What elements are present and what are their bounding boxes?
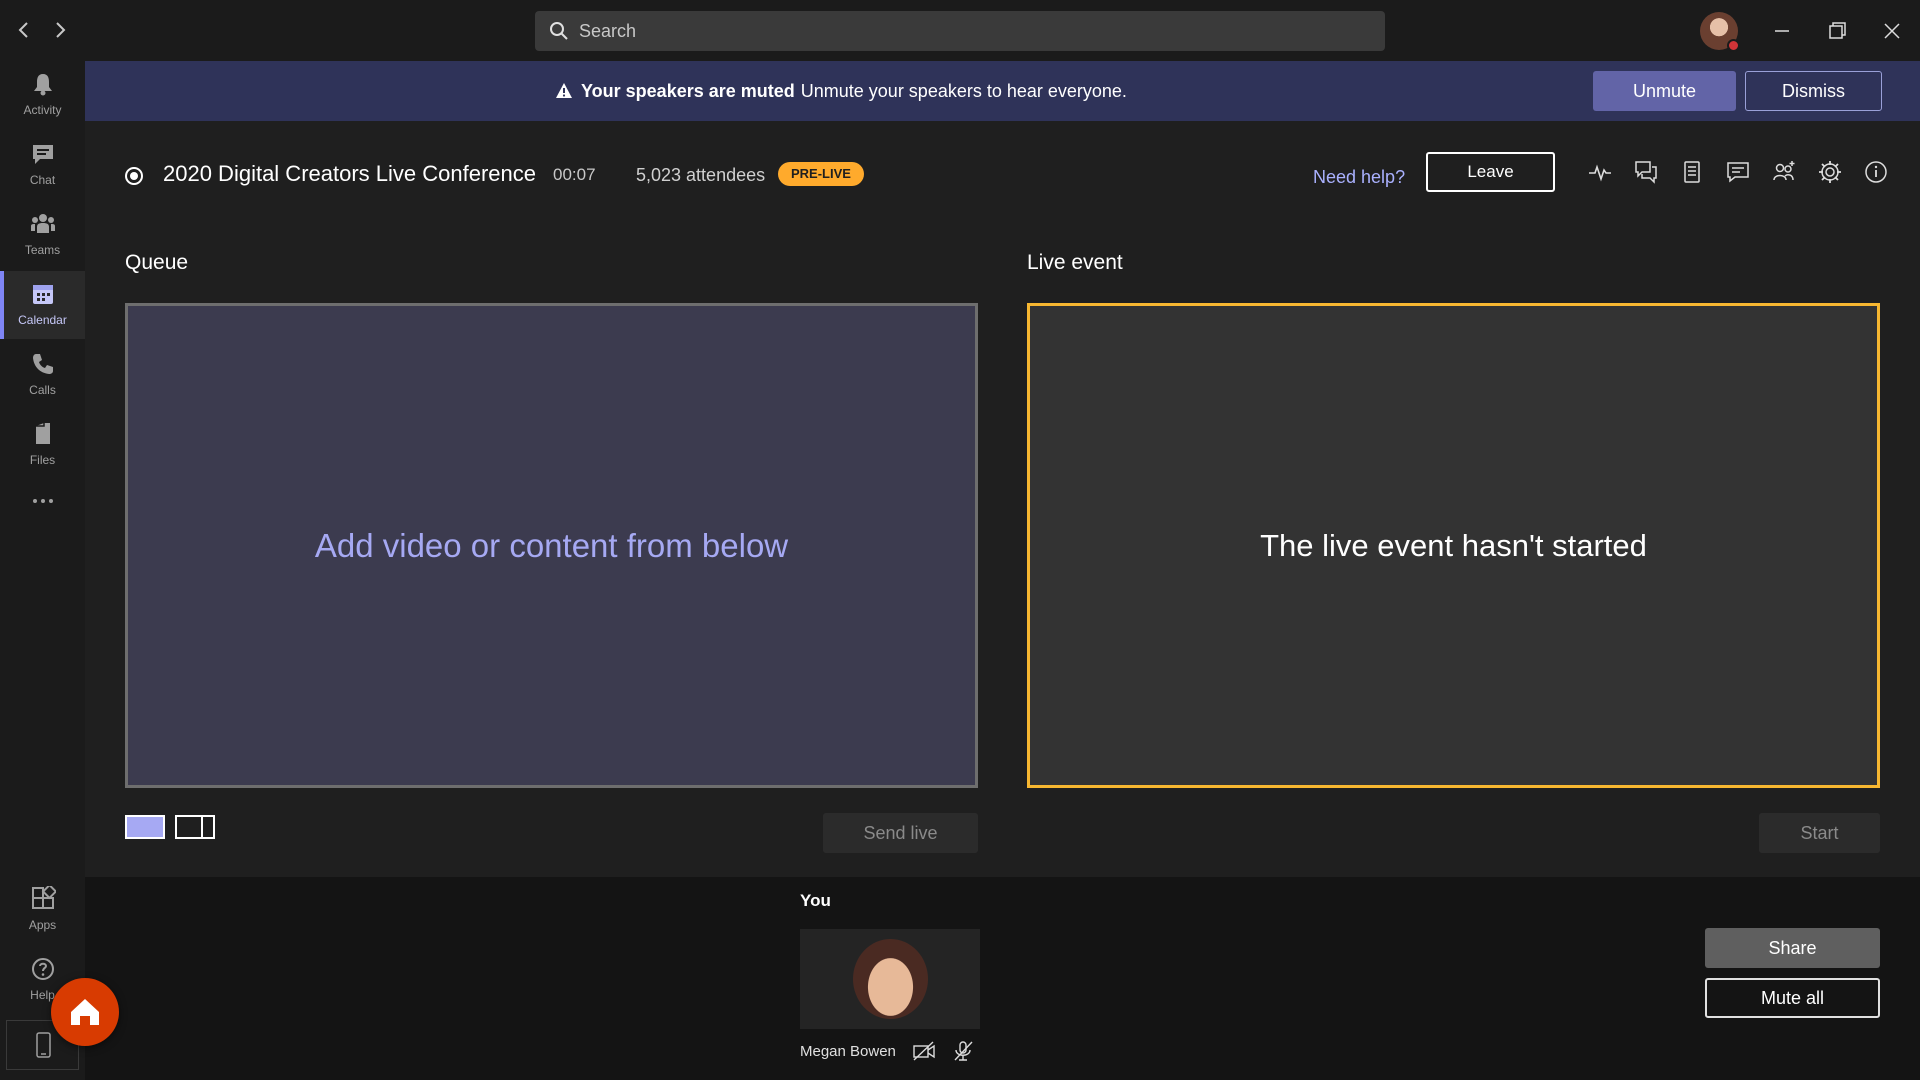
rail-label-chat: Chat [29, 173, 56, 187]
rail-label-calls: Calls [29, 383, 56, 397]
event-timer: 00:07 [553, 165, 596, 184]
presence-busy-icon [1727, 39, 1740, 52]
start-button[interactable]: Start [1759, 813, 1880, 853]
layout-side-by-side-button[interactable] [175, 815, 215, 839]
banner-bold-text: Your speakers are muted [581, 80, 795, 101]
attendee-count: 5,023 attendees [636, 165, 766, 185]
minimize-icon [1775, 30, 1789, 32]
send-live-button[interactable]: Send live [823, 813, 978, 853]
home-icon [71, 999, 99, 1025]
unmute-button[interactable]: Unmute [1593, 71, 1736, 111]
rail-item-calendar[interactable]: Calendar [0, 271, 85, 339]
rail-label-activity: Activity [23, 103, 62, 117]
queue-preview[interactable]: Add video or content from below [125, 303, 978, 788]
participant-tile[interactable] [800, 929, 980, 1029]
rail-label-files: Files [29, 453, 56, 467]
calendar-icon [32, 285, 53, 304]
qna-icon[interactable] [1633, 159, 1659, 185]
close-button[interactable] [1875, 14, 1909, 48]
banner-text: Unmute your speakers to hear everyone. [800, 80, 1127, 101]
status-badge: PRE-LIVE [778, 162, 864, 186]
search-box[interactable] [535, 11, 1385, 51]
event-header: 2020 Digital Creators Live Conference 00… [85, 121, 1920, 231]
live-event-label: Live event [1027, 251, 1123, 274]
live-event-message: The live event hasn't started [1260, 527, 1647, 563]
speakers-muted-banner: Your speakers are muted Unmute your spea… [85, 61, 1920, 121]
participant-name: Megan Bowen [800, 1043, 896, 1060]
leave-button[interactable]: Leave [1426, 152, 1555, 192]
search-icon [550, 22, 568, 40]
avatar [853, 939, 928, 1019]
queue-label: Queue [125, 251, 189, 274]
mute-all-button[interactable]: Mute all [1705, 978, 1880, 1018]
teams-icon [30, 214, 55, 233]
info-icon[interactable] [1863, 159, 1889, 185]
rail-item-apps[interactable]: Apps [0, 876, 85, 944]
health-monitor-icon[interactable] [1587, 159, 1613, 185]
restore-button[interactable] [1820, 14, 1854, 48]
rail-item-teams[interactable]: Teams [0, 201, 85, 269]
mic-off-icon[interactable] [951, 1040, 975, 1062]
camera-off-icon[interactable] [912, 1040, 936, 1062]
forward-button[interactable] [48, 18, 72, 42]
more-icon [32, 499, 53, 503]
profile-avatar[interactable] [1700, 12, 1740, 52]
warning-icon [556, 83, 572, 98]
chevron-left-icon [18, 22, 28, 38]
participants-icon[interactable] [1771, 159, 1797, 185]
rail-item-files[interactable]: Files [0, 411, 85, 479]
rail-item-activity[interactable]: Activity [0, 61, 85, 129]
rail-label-apps: Apps [28, 918, 57, 932]
home-button[interactable] [51, 978, 119, 1046]
rail-label-teams: Teams [24, 243, 61, 257]
back-button[interactable] [12, 18, 36, 42]
sources-panel: You Megan Bowen Share Mute all [85, 877, 1920, 1080]
queue-placeholder: Add video or content from below [314, 526, 789, 564]
file-icon [35, 423, 50, 444]
bell-icon [33, 74, 52, 96]
rail-item-calls[interactable]: Calls [0, 341, 85, 409]
dismiss-button[interactable]: Dismiss [1745, 71, 1882, 111]
layout-single-button[interactable] [125, 815, 165, 839]
rail-label-calendar: Calendar [18, 313, 67, 327]
restore-icon [1829, 22, 1846, 39]
chat-icon[interactable] [1725, 159, 1751, 185]
banner-message: Your speakers are muted Unmute your spea… [555, 61, 1127, 121]
phone-icon [32, 354, 53, 374]
rail-item-chat[interactable]: Chat [0, 131, 85, 199]
apps-icon [31, 886, 56, 909]
gear-icon[interactable] [1817, 159, 1843, 185]
share-button[interactable]: Share [1705, 928, 1880, 968]
need-help-link[interactable]: Need help? [1313, 167, 1405, 188]
chevron-right-icon [56, 22, 66, 38]
minimize-button[interactable] [1765, 14, 1799, 48]
search-input[interactable] [579, 20, 1359, 42]
rail-more-button[interactable] [0, 481, 85, 521]
you-label: You [800, 891, 831, 910]
app-rail: Activity Chat Teams Calendar Calls Files… [0, 61, 85, 1080]
close-icon [1884, 23, 1900, 39]
chat-icon [32, 145, 53, 164]
title-bar [0, 0, 1920, 61]
live-event-producer: 2020 Digital Creators Live Conference 00… [85, 121, 1920, 1080]
live-event-preview: The live event hasn't started [1027, 303, 1880, 788]
event-title: 2020 Digital Creators Live Conference [163, 161, 536, 186]
meeting-notes-icon[interactable] [1679, 159, 1705, 185]
record-indicator-icon [125, 167, 143, 185]
